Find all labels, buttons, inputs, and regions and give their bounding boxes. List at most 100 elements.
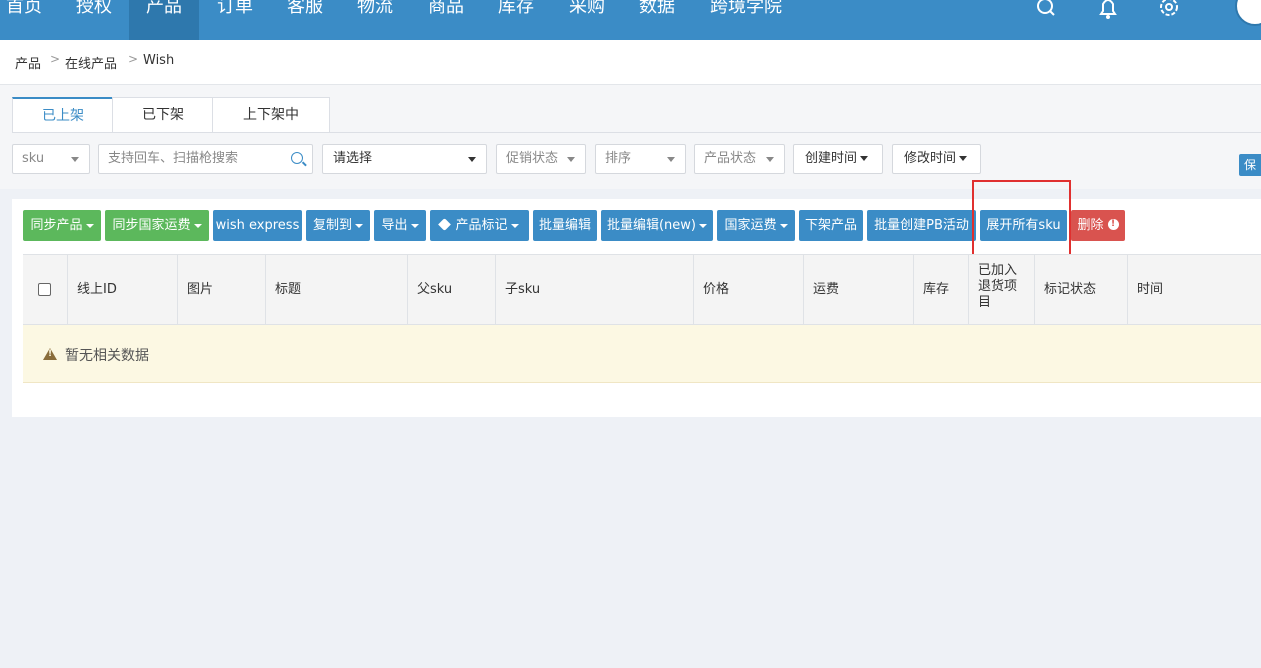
delete-label: 删除 — [1077, 218, 1104, 233]
empty-state-text: 暂无相关数据 — [65, 348, 149, 364]
column-header[interactable]: 运费 — [803, 255, 913, 324]
chevron-down-icon — [766, 157, 774, 162]
tab-listed[interactable]: 已上架 — [12, 97, 114, 132]
chevron-down-icon — [567, 157, 575, 162]
column-header[interactable]: 图片 — [177, 255, 265, 324]
country-shipping-button[interactable]: 国家运费 — [717, 210, 795, 241]
delist-products-label: 下架产品 — [804, 218, 857, 233]
gear-icon[interactable] — [1157, 0, 1181, 20]
tab-delisted[interactable]: 已下架 — [112, 97, 214, 132]
product-tag-label: 产品标记 — [455, 218, 508, 233]
save-button[interactable]: 保 — [1239, 154, 1261, 176]
sync-country-shipping-button[interactable]: 同步国家运费 — [105, 210, 209, 241]
save-button-label: 保 — [1244, 158, 1257, 172]
wish-express-button[interactable]: wish express — [213, 210, 302, 241]
batch-create-pb-button[interactable]: 批量创建PB活动 — [867, 210, 976, 241]
promo-status-label: 促销状态 — [506, 151, 559, 166]
column-header-label: 标记状态 — [1044, 282, 1097, 297]
search-icon[interactable] — [1034, 0, 1058, 20]
nav-orders[interactable]: 订单 — [217, 0, 253, 40]
product-status-select[interactable]: 产品状态 — [694, 144, 785, 174]
delist-products-button[interactable]: 下架产品 — [799, 210, 863, 241]
nav-service[interactable]: 客服 — [287, 0, 323, 40]
column-header-label: 图片 — [187, 282, 214, 297]
copy-to-label: 复制到 — [312, 218, 352, 233]
sync-products-button[interactable]: 同步产品 — [23, 210, 101, 241]
category-select-value: 请选择 — [333, 151, 373, 166]
modified-time-label: 修改时间 — [904, 151, 957, 166]
column-header-label: 库存 — [923, 282, 950, 297]
nav-inventory-label: 库存 — [498, 0, 534, 17]
nav-purchase-label: 采购 — [569, 0, 605, 17]
nav-academy[interactable]: 跨境学院 — [710, 0, 782, 40]
nav-data[interactable]: 数据 — [639, 0, 675, 40]
search-icon[interactable] — [291, 152, 303, 164]
sku-type-value: sku — [22, 151, 45, 166]
select-all-checkbox[interactable] — [38, 283, 51, 296]
nav-goods-label: 商品 — [428, 0, 464, 17]
wish-express-label: wish express — [215, 218, 300, 233]
column-header[interactable]: 时间 — [1127, 255, 1261, 324]
tag-icon — [438, 218, 452, 231]
chevron-down-icon — [667, 157, 675, 162]
breadcrumb-separator: > — [128, 52, 139, 66]
chevron-down-icon — [193, 223, 202, 228]
column-header[interactable]: 线上ID — [67, 255, 177, 324]
search-input[interactable]: 支持回车、扫描枪搜索 — [98, 144, 313, 174]
column-header[interactable]: 父sku — [407, 255, 495, 324]
top-nav: 首页 授权 产品 订单 客服 物流 商品 库存 采购 数据 跨境学院 — [0, 0, 1261, 40]
created-time-sort-button[interactable]: 创建时间 — [793, 144, 883, 174]
column-header-label: 运费 — [813, 282, 840, 297]
batch-edit-new-label: 批量编辑(new) — [606, 218, 696, 233]
sort-select[interactable]: 排序 — [595, 144, 686, 174]
user-avatar-icon[interactable] — [1235, 0, 1261, 26]
export-button[interactable]: 导出 — [374, 210, 426, 241]
breadcrumb-products[interactable]: 产品 — [15, 53, 41, 72]
nav-products-label: 产品 — [146, 0, 182, 17]
nav-logistics[interactable]: 物流 — [357, 0, 393, 40]
product-tag-button[interactable]: 产品标记 — [430, 210, 529, 241]
nav-auth[interactable]: 授权 — [76, 0, 112, 40]
nav-academy-label: 跨境学院 — [710, 0, 782, 17]
column-header-label: 已加入退货项目 — [978, 263, 1018, 310]
tab-in-progress[interactable]: 上下架中 — [212, 97, 330, 132]
chevron-down-icon — [468, 157, 476, 162]
column-header-label: 父sku — [417, 282, 453, 297]
column-header[interactable]: 子sku — [495, 255, 693, 324]
column-header[interactable]: 已加入退货项目 — [968, 255, 1034, 324]
sku-type-select[interactable]: sku — [12, 144, 90, 174]
chevron-down-icon — [510, 223, 519, 228]
nav-products[interactable]: 产品 — [129, 0, 199, 40]
alert-icon: ! — [1107, 219, 1119, 230]
column-header[interactable]: 库存 — [913, 255, 968, 324]
export-label: 导出 — [381, 218, 408, 233]
chevron-down-icon — [85, 223, 94, 228]
batch-edit-new-button[interactable]: 批量编辑(new) — [601, 210, 713, 241]
nav-goods[interactable]: 商品 — [428, 0, 464, 40]
delete-button[interactable]: 删除! — [1071, 210, 1125, 241]
promo-status-select[interactable]: 促销状态 — [496, 144, 586, 174]
tab-delisted-label: 已下架 — [142, 107, 184, 123]
nav-purchase[interactable]: 采购 — [569, 0, 605, 40]
tab-divider — [12, 132, 1261, 133]
nav-home-label: 首页 — [6, 0, 42, 17]
batch-create-pb-label: 批量创建PB活动 — [874, 218, 969, 233]
column-header[interactable]: 标题 — [265, 255, 407, 324]
nav-inventory[interactable]: 库存 — [498, 0, 534, 40]
breadcrumb: 产品 > 在线产品 > Wish — [0, 40, 1261, 85]
breadcrumb-separator: > — [50, 52, 61, 66]
copy-to-button[interactable]: 复制到 — [306, 210, 370, 241]
column-header[interactable]: 标记状态 — [1034, 255, 1127, 324]
bell-icon[interactable] — [1096, 0, 1120, 20]
sync-country-shipping-label: 同步国家运费 — [112, 218, 191, 233]
batch-edit-button[interactable]: 批量编辑 — [533, 210, 597, 241]
breadcrumb-online-products[interactable]: 在线产品 — [65, 53, 117, 72]
column-header-label: 线上ID — [77, 282, 117, 297]
category-select[interactable]: 请选择 — [322, 144, 487, 174]
column-header[interactable]: 价格 — [693, 255, 803, 324]
product-status-label: 产品状态 — [704, 151, 757, 166]
nav-home[interactable]: 首页 — [6, 0, 42, 40]
batch-edit-label: 批量编辑 — [538, 218, 591, 233]
nav-service-label: 客服 — [287, 0, 323, 17]
modified-time-sort-button[interactable]: 修改时间 — [892, 144, 981, 174]
